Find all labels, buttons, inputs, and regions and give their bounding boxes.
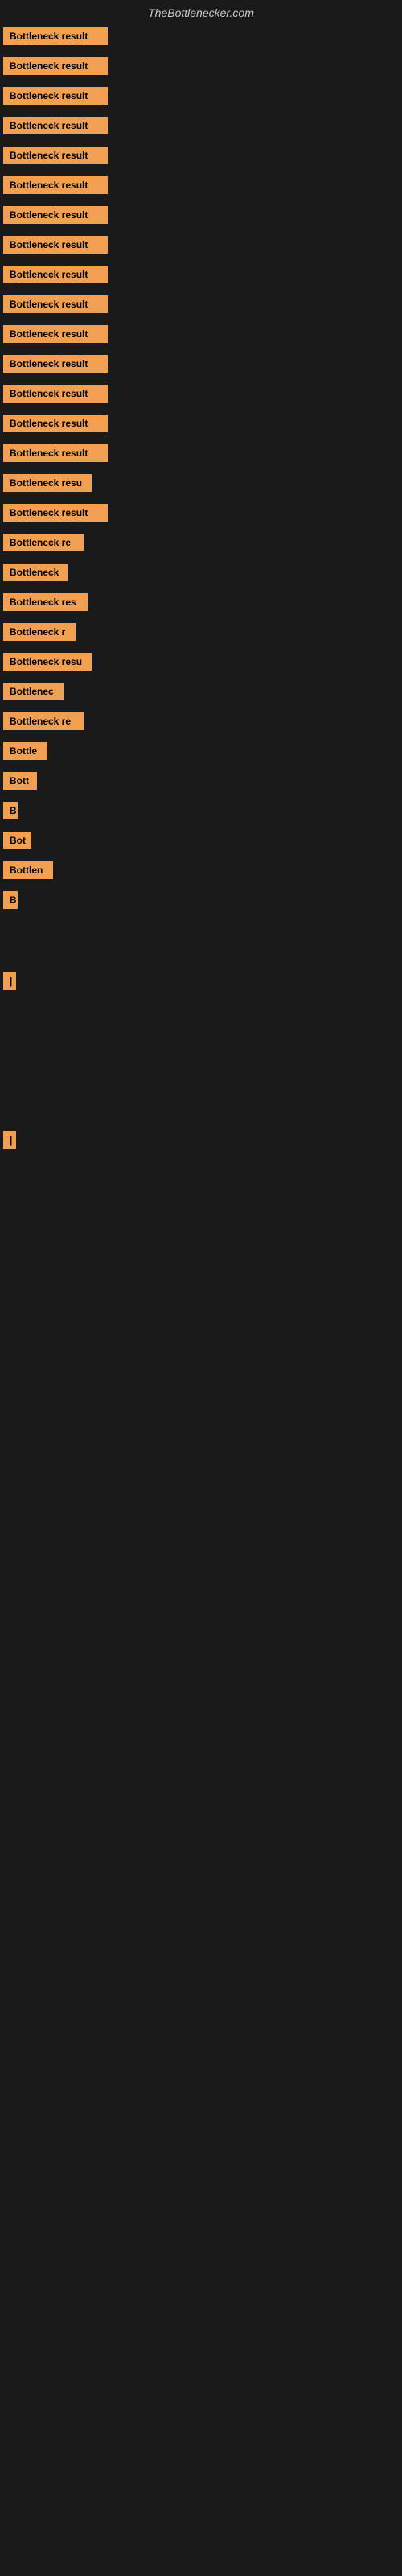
- list-item: Bottlenec: [0, 678, 402, 706]
- list-item: Bottleneck result: [0, 291, 402, 319]
- list-item: Bottleneck result: [0, 440, 402, 468]
- list-item: Bottleneck resu: [0, 469, 402, 497]
- bottleneck-result-bar: Bottleneck r: [3, 623, 76, 641]
- list-item: |: [0, 1126, 402, 1154]
- list-item: Bottleneck result: [0, 320, 402, 349]
- bottleneck-result-bar: Bottleneck result: [3, 444, 108, 462]
- bottleneck-result-bar: Bottleneck result: [3, 295, 108, 313]
- list-item: Bottleneck result: [0, 261, 402, 289]
- bottleneck-result-bar: Bottleneck result: [3, 504, 108, 522]
- bottleneck-result-bar: Bottleneck result: [3, 87, 108, 105]
- bottleneck-result-bar: Bottleneck result: [3, 176, 108, 194]
- list-item: [0, 1075, 402, 1099]
- list-item: Bottleneck resu: [0, 648, 402, 676]
- bottleneck-result-bar: Bot: [3, 832, 31, 849]
- bottleneck-result-bar: Bottleneck result: [3, 57, 108, 75]
- bottleneck-result-bar: Bottleneck res: [3, 593, 88, 611]
- bottleneck-result-bar: Bottlen: [3, 861, 53, 879]
- list-item: Bott: [0, 767, 402, 795]
- bottleneck-result-bar: Bottleneck result: [3, 27, 108, 45]
- list-item: [0, 942, 402, 966]
- bottleneck-result-bar: Bottleneck result: [3, 385, 108, 402]
- bottleneck-result-bar: Bottleneck result: [3, 325, 108, 343]
- bottleneck-result-bar: Bottleneck: [3, 564, 68, 581]
- list-item: [0, 1049, 402, 1073]
- list-item: Bottleneck result: [0, 231, 402, 259]
- list-item: Bottleneck res: [0, 588, 402, 617]
- list-item: B: [0, 886, 402, 914]
- list-item: [0, 1023, 402, 1047]
- list-item: Bottleneck result: [0, 350, 402, 378]
- list-item: Bottleneck result: [0, 171, 402, 200]
- bottleneck-result-bar: Bottleneck resu: [3, 474, 92, 492]
- list-item: Bottleneck re: [0, 529, 402, 557]
- bottleneck-result-bar: Bottleneck result: [3, 117, 108, 134]
- list-item: Bottleneck result: [0, 201, 402, 229]
- list-item: Bottleneck result: [0, 499, 402, 527]
- list-item: Bottleneck result: [0, 410, 402, 438]
- bottleneck-result-bar: Bottleneck result: [3, 355, 108, 373]
- bottleneck-result-bar: Bottleneck result: [3, 266, 108, 283]
- bottleneck-result-bar: Bottleneck result: [3, 236, 108, 254]
- list-item: [0, 997, 402, 1022]
- list-item: Bottleneck result: [0, 380, 402, 408]
- bottleneck-result-bar: B: [3, 802, 18, 819]
- bottleneck-result-bar: Bottleneck result: [3, 415, 108, 432]
- bottleneck-result-bar: B: [3, 891, 18, 909]
- bottleneck-result-bar: Bottlenec: [3, 683, 64, 700]
- list-item: [0, 1100, 402, 1125]
- bottleneck-result-bar: Bottleneck re: [3, 712, 84, 730]
- list-item: Bottleneck result: [0, 52, 402, 80]
- list-item: [0, 916, 402, 940]
- bottleneck-result-bar: Bottle: [3, 742, 47, 760]
- list-item: Bottleneck result: [0, 142, 402, 170]
- bottleneck-result-bar: Bottleneck result: [3, 147, 108, 164]
- list-item: Bottleneck: [0, 559, 402, 587]
- bottleneck-result-bar: Bottleneck result: [3, 206, 108, 224]
- list-item: Bottleneck re: [0, 708, 402, 736]
- list-item: Bottle: [0, 737, 402, 766]
- site-title: TheBottlenecker.com: [0, 0, 402, 23]
- bottleneck-result-bar: Bott: [3, 772, 37, 790]
- bottleneck-result-bar: Bottleneck resu: [3, 653, 92, 671]
- list-item: Bottlen: [0, 857, 402, 885]
- bottleneck-result-bar: Bottleneck re: [3, 534, 84, 551]
- bottleneck-result-bar: |: [3, 1131, 16, 1149]
- list-item: Bottleneck result: [0, 82, 402, 110]
- bottleneck-result-bar: |: [3, 972, 16, 990]
- list-item: Bottleneck result: [0, 23, 402, 51]
- list-item: |: [0, 968, 402, 996]
- list-item: Bottleneck r: [0, 618, 402, 646]
- list-item: B: [0, 797, 402, 825]
- list-item: Bottleneck result: [0, 112, 402, 140]
- list-item: Bot: [0, 827, 402, 855]
